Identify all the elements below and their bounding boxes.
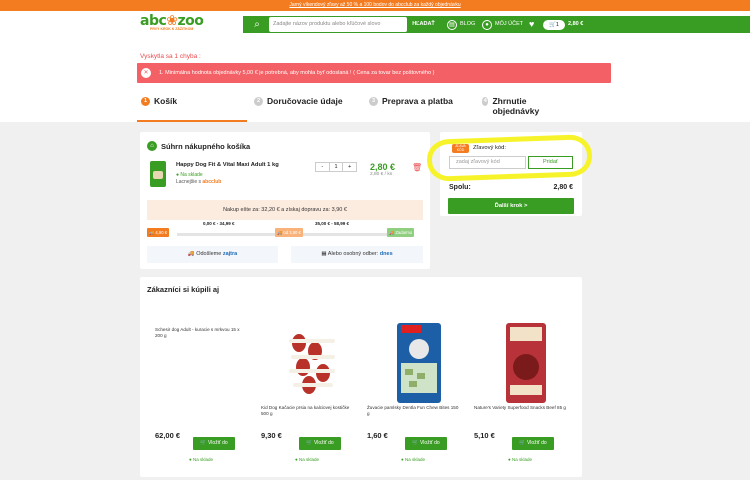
step-label: Preprava a platba [382,96,453,106]
tier-tag: 🚚 Zadarmo [387,228,415,237]
voucher-apply-button[interactable]: Pridať [528,156,573,169]
step-number: 2 [254,97,263,106]
line-price: 2,80 € [370,162,396,172]
step-label: Košík [154,96,178,106]
next-step-button[interactable]: Ďalší krok > [448,198,574,214]
user-icon: ● [482,19,492,30]
account-link[interactable]: ● MÔJ ÚČET [482,16,523,33]
tier-tag: 🚚 od 3,90 € [275,228,303,237]
stock-status: ● Na sklade [401,457,425,462]
step-number: 3 [369,97,378,106]
basket-icon: ⌂ [147,141,157,151]
promo-banner[interactable]: Jarný víkendový zľavy až 50 % a 100 bodo… [0,0,750,11]
cart-summary-card: ⌂ Súhrn nákupného košíka Happy Dog Fit &… [140,132,430,269]
total-label: Spolu: [449,184,471,191]
voucher-tag: ZĽAVA KÓD [452,144,469,153]
recommended-product[interactable]: Nature's Variety Superfood Snacks Beef 8… [474,317,569,477]
product-name[interactable]: Happy Dog Fit & Vital Maxi Adult 1 kg [176,162,279,168]
store-icon: ▦ [321,251,327,257]
cart-total[interactable]: 2,80 € [568,16,583,33]
add-to-cart-button[interactable]: 🛒 Vložiť do košíka [193,437,235,459]
blog-label: BLOG [460,21,476,27]
site-header: abc❀zoo PRVÝ KROK K ZÁŽITKOM ⌕ Zadajte n… [0,11,750,37]
cart-button[interactable]: 🛒1 [543,20,565,30]
product-image[interactable] [494,321,556,405]
club-discount-note: Lacnejšie s abcclub [176,179,221,185]
book-icon: ▤ [447,19,457,30]
add-to-cart-button[interactable]: 🛒 Vložiť do košíka [512,437,554,459]
product-image[interactable] [281,321,343,405]
voucher-label: Zľavový kód: [473,145,506,151]
step-shipping[interactable]: 3 Preprava a platba [369,96,453,106]
product-name[interactable]: Nature's Variety Superfood Snacks Beef 8… [474,405,566,411]
recommended-product[interactable]: Schesir dog Adult - kuracie s mrkvou 15 … [155,317,250,477]
step-number: 4 [482,97,489,106]
logo[interactable]: abc❀zoo PRVÝ KROK K ZÁŽITKOM [140,13,230,39]
step-cart[interactable]: 1 Košík [141,96,177,106]
pickup-info: ▦ Alebo osobný odber: dnes [291,246,423,263]
stock-status: ● Na sklade [189,457,213,462]
add-to-cart-button[interactable]: 🛒 Vložiť do košíka [299,437,341,459]
quantity-stepper[interactable]: - 1 + [315,162,357,172]
search-button[interactable]: HĽADAŤ [407,17,440,32]
recommended-product[interactable]: Žuvacie pamlsky Dentla Fun Chew Bites 15… [367,317,462,477]
error-heading: Vyskytla sa 1 chyba : [140,53,201,60]
cart-count: 1 [555,22,559,28]
logo-tagline: PRVÝ KROK K ZÁŽITKOM [150,27,194,31]
stock-text: Na sklade [180,172,203,178]
tier-tag: 🚚 4,90 € [147,228,170,237]
product-name[interactable]: Žuvacie pamlsky Dentla Fun Chew Bites 15… [367,405,459,417]
cheaper-prefix: Lacnejšie s [176,179,202,185]
product-price: 1,60 € [367,431,388,440]
tier-range: 35,00 € - 58,99 € [315,221,350,226]
voucher-input[interactable]: zadaj zľavový kód [449,156,526,169]
summary-title-text: Súhrn nákupného košíka [161,141,251,151]
shipping-progress: 0,00 € - 34,99 € 35,00 € - 58,99 € 🚚 4,9… [147,221,423,240]
search-input[interactable]: Zadajte názov produktu alebo kľúčové slo… [269,17,407,32]
unit-price: 2,80 € / ks [370,172,393,177]
recommended-card: Zákazníci si kúpili aj Schesir dog Adult… [140,277,582,477]
heart-icon[interactable]: ♥ [529,16,534,33]
quantity-input[interactable]: 1 [328,163,344,171]
product-name[interactable]: Schesir dog Adult - kuracie s mrkvou 15 … [155,327,247,339]
blog-link[interactable]: ▤ BLOG [447,16,475,33]
product-price: 62,00 € [155,431,181,440]
step-summary[interactable]: 4 Zhrnutie objednávky [482,96,552,116]
step-progress-line [137,120,247,122]
dispatch-info: 🚚 Odošleme zajtra [147,246,278,263]
product-name[interactable]: Kid Dog Kačacie prsia na kalciovej kosti… [261,405,353,417]
recommended-title: Zákazníci si kúpili aj [147,285,220,294]
checkout-card: ZĽAVA KÓD Zľavový kód: zadaj zľavový kód… [440,132,582,216]
step-label: Zhrnutie objednávky [492,96,540,116]
step-delivery[interactable]: 2 Doručovacie údaje [254,96,343,106]
error-alert: ✕ 1. Minimálna hodnota objednávky 5,00 € … [137,63,611,83]
truck-icon: 🚚 [187,251,195,257]
account-label: MÔJ ÚČET [495,21,524,27]
stock-status: ● Na sklade [295,457,319,462]
recommended-product[interactable]: Kid Dog Kačacie prsia na kalciovej kosti… [261,317,356,477]
product-price: 5,10 € [474,431,495,440]
tier-range: 0,00 € - 34,99 € [203,221,235,226]
trash-icon[interactable]: 🗑 [412,163,422,172]
plus-button[interactable]: + [343,163,356,171]
stock-status: ● Na sklade [508,457,532,462]
close-icon[interactable]: ✕ [141,67,151,78]
step-number: 1 [141,97,150,106]
minus-button[interactable]: - [316,163,329,171]
summary-title: ⌂ Súhrn nákupného košíka [147,141,250,151]
search-icon[interactable]: ⌕ [250,16,264,33]
stock-status: ● Na sklade [176,172,203,178]
add-to-cart-button[interactable]: 🛒 Vložiť do košíka [405,437,447,459]
club-brand: abcclub [202,179,222,185]
cart-icon: 🛒 [549,22,556,28]
product-price: 9,30 € [261,431,282,440]
free-shipping-note: Nakup ešte za: 32,20 € a získaj dopravu … [147,200,423,220]
error-message: 1. Minimálna hodnota objednávky 5,00 € j… [159,70,435,76]
product-image[interactable] [150,161,166,187]
product-image[interactable] [387,321,449,405]
step-label: Doručovacie údaje [267,96,343,106]
total-value: 2,80 € [553,184,573,191]
